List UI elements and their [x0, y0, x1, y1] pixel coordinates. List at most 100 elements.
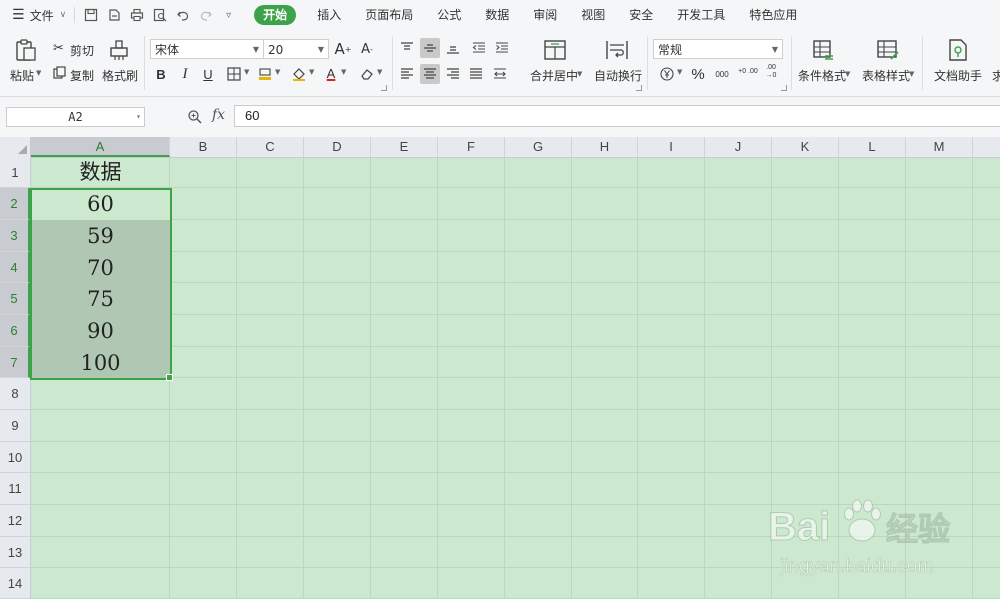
row-header-13[interactable]: 13	[0, 537, 30, 568]
name-box-value: A2	[68, 110, 83, 124]
italic-button[interactable]: I	[175, 64, 195, 84]
tab-developer[interactable]: 开发工具	[665, 0, 737, 30]
row-header-11[interactable]: 11	[0, 473, 30, 505]
row-header-4[interactable]: 4	[0, 252, 30, 283]
chevron-down-icon[interactable]: ▼	[341, 68, 346, 76]
number-format-select[interactable]: 常规 ▼	[653, 39, 783, 59]
align-top-icon[interactable]	[397, 38, 417, 58]
align-center-icon[interactable]	[420, 64, 440, 84]
number-format-value: 常规	[658, 43, 683, 57]
eraser-icon[interactable]	[357, 64, 377, 84]
row-header-2[interactable]: 2	[0, 188, 30, 220]
bold-button[interactable]: B	[151, 64, 171, 84]
font-name-select[interactable]: 宋体 ▼	[150, 39, 264, 59]
chevron-down-icon[interactable]: ▼	[377, 68, 382, 76]
decrease-decimal-button[interactable]: .00 →0	[760, 62, 782, 82]
save-icon[interactable]	[79, 0, 102, 30]
row-header-5[interactable]: 5	[0, 283, 30, 315]
tab-review[interactable]: 审阅	[521, 0, 569, 30]
number-dialog-launcher-icon[interactable]	[781, 85, 787, 91]
tab-data[interactable]: 数据	[473, 0, 521, 30]
grid-line	[30, 472, 1000, 473]
row-header-10[interactable]: 10	[0, 442, 30, 473]
redo-icon[interactable]	[194, 0, 217, 30]
customize-toolbar-icon[interactable]: ▿	[217, 0, 240, 30]
tab-home[interactable]: 开始	[254, 5, 297, 25]
column-header-b[interactable]: B	[170, 137, 237, 157]
file-menu-button[interactable]: ☰ 文件 ∨	[12, 0, 66, 30]
select-all-button[interactable]	[0, 137, 31, 157]
tab-insert[interactable]: 插入	[305, 0, 353, 30]
underline-button[interactable]: U	[198, 64, 218, 84]
fill-color-icon[interactable]	[255, 64, 275, 84]
clipboard-icon	[16, 39, 36, 61]
column-header-f[interactable]: F	[438, 137, 505, 157]
percent-button[interactable]: %	[688, 64, 708, 84]
column-header-j[interactable]: J	[705, 137, 772, 157]
align-left-icon[interactable]	[397, 64, 417, 84]
undo-icon[interactable]	[171, 0, 194, 30]
column-header-a[interactable]: A	[31, 137, 170, 157]
column-header-l[interactable]: L	[839, 137, 906, 157]
increase-font-size-icon[interactable]: A +	[333, 39, 353, 59]
row-header-1[interactable]: 1	[0, 157, 30, 188]
font-size-select[interactable]: 20 ▼	[263, 39, 329, 59]
formula-input[interactable]: 60	[234, 105, 1000, 127]
font-color-button[interactable]: A	[321, 63, 341, 83]
currency-icon[interactable]	[657, 64, 677, 84]
fill-handle[interactable]	[166, 374, 173, 381]
tab-formulas[interactable]: 公式	[425, 0, 473, 30]
grid-line	[30, 441, 1000, 442]
brush-icon	[110, 40, 128, 60]
alignment-dialog-launcher-icon[interactable]	[636, 85, 642, 91]
align-middle-icon[interactable]	[420, 38, 440, 58]
border-icon[interactable]	[224, 64, 244, 84]
tab-view[interactable]: 视图	[569, 0, 617, 30]
font-dialog-launcher-icon[interactable]	[381, 85, 387, 91]
increase-indent-icon[interactable]	[492, 38, 512, 58]
row-header-14[interactable]: 14	[0, 568, 30, 599]
justify-icon[interactable]	[466, 64, 486, 84]
tab-special-apps[interactable]: 特色应用	[737, 0, 809, 30]
row-header-7[interactable]: 7	[0, 347, 30, 378]
name-box[interactable]: A2 ▾	[6, 107, 145, 127]
zoom-icon[interactable]	[187, 109, 203, 125]
column-header-m[interactable]: M	[906, 137, 973, 157]
row-header-9[interactable]: 9	[0, 410, 30, 442]
chevron-down-icon[interactable]: ▼	[244, 68, 249, 76]
row-header-3[interactable]: 3	[0, 220, 30, 252]
export-icon[interactable]	[102, 0, 125, 30]
insert-function-button[interactable]: fx	[212, 107, 225, 123]
tab-page-layout[interactable]: 页面布局	[353, 0, 425, 30]
decrease-font-size-icon[interactable]: A-	[357, 39, 377, 59]
print-icon[interactable]	[125, 0, 148, 30]
chevron-down-icon: ▼	[317, 45, 324, 54]
row-header-6[interactable]: 6	[0, 315, 30, 347]
align-bottom-icon[interactable]	[443, 38, 463, 58]
column-header-i[interactable]: I	[638, 137, 705, 157]
ribbon: 粘贴 ▼ ✂ 剪切 复制 格式刷 宋体 ▼ 20 ▼ A + A- B I U ▼	[0, 30, 1000, 97]
chevron-down-icon[interactable]: ▼	[275, 68, 280, 76]
column-header-e[interactable]: E	[371, 137, 438, 157]
column-header-k[interactable]: K	[772, 137, 839, 157]
column-header-d[interactable]: D	[304, 137, 371, 157]
print-preview-icon[interactable]	[148, 0, 171, 30]
row-header-8[interactable]: 8	[0, 378, 30, 410]
column-header-g[interactable]: G	[505, 137, 572, 157]
distribute-icon[interactable]	[490, 64, 510, 84]
tab-security[interactable]: 安全	[617, 0, 665, 30]
thousands-separator-button[interactable]: 000	[712, 64, 732, 84]
grid-line	[571, 157, 572, 599]
hamburger-icon: ☰	[12, 7, 25, 23]
decrease-indent-icon[interactable]	[469, 38, 489, 58]
bucket-icon[interactable]	[289, 64, 309, 84]
chevron-down-icon[interactable]: ▼	[677, 68, 682, 76]
overflow-tool-label[interactable]: 求	[992, 67, 1000, 84]
chevron-down-icon[interactable]: ▼	[309, 68, 314, 76]
cell-a1[interactable]: 数据	[31, 157, 170, 188]
align-right-icon[interactable]	[443, 64, 463, 84]
increase-decimal-button[interactable]: +0 .00	[737, 62, 759, 82]
column-header-h[interactable]: H	[572, 137, 638, 157]
row-header-12[interactable]: 12	[0, 505, 30, 537]
column-header-c[interactable]: C	[237, 137, 304, 157]
